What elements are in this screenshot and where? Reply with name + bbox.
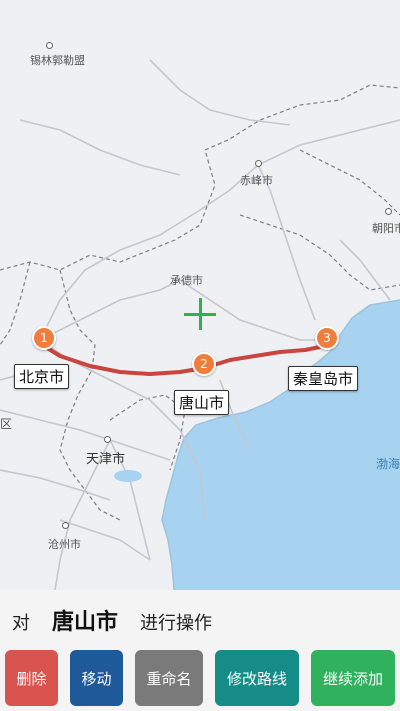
- rename-button[interactable]: 重命名: [135, 650, 203, 706]
- city-label-cangzhou: 沧州市: [48, 538, 81, 551]
- sea-label-bohai: 渤海: [376, 457, 400, 471]
- city-label-chaoyang: 朝阳市: [372, 222, 400, 235]
- delete-button[interactable]: 删除: [5, 650, 58, 706]
- action-panel: 对 唐山市 进行操作 删除 移动 重命名 修改路线 继续添加: [0, 590, 400, 711]
- selection-suffix: 进行操作: [140, 613, 213, 634]
- city-label-tianjin: 天津市: [86, 452, 126, 467]
- city-dot-chaoyang: [385, 208, 392, 215]
- lake: [114, 470, 142, 482]
- waypoint-number-3: 3: [323, 331, 331, 345]
- map-view[interactable]: 锡林郭勒盟 赤峰市 朝阳市 承德市 天津市 沧州市 渤海 区 1 2 3 北京市…: [0, 0, 400, 590]
- city-dot-cangzhou: [62, 522, 69, 529]
- selection-info: 对 唐山市 进行操作: [12, 604, 212, 636]
- city-label-edge-fragment: 区: [0, 417, 13, 431]
- city-label-chifeng: 赤峰市: [240, 174, 273, 187]
- city-dot-tianjin: [104, 436, 111, 443]
- city-dot-xilingol: [46, 42, 53, 49]
- city-label-xilingol: 锡林郭勒盟: [30, 54, 85, 67]
- waypoint-marker-3[interactable]: 3: [315, 326, 339, 350]
- edit-route-button[interactable]: 修改路线: [215, 650, 299, 706]
- city-dot-chifeng: [255, 160, 262, 167]
- city-label-chengde: 承德市: [170, 274, 203, 287]
- selected-city-name: 唐山市: [52, 610, 119, 635]
- waypoint-label-2[interactable]: 唐山市: [174, 390, 230, 415]
- route-line: [42, 344, 327, 376]
- move-button[interactable]: 移动: [70, 650, 123, 706]
- waypoint-label-1[interactable]: 北京市: [14, 364, 70, 389]
- continue-add-button[interactable]: 继续添加: [311, 650, 395, 706]
- sea-area: [162, 300, 400, 590]
- action-buttons: 删除 移动 重命名 修改路线 继续添加: [5, 650, 395, 706]
- waypoint-label-3[interactable]: 秦皇岛市: [288, 366, 359, 391]
- selection-prefix: 对: [12, 613, 30, 634]
- waypoint-marker-2[interactable]: 2: [192, 352, 216, 376]
- crosshair-plus-icon: [184, 298, 216, 330]
- waypoint-number-1: 1: [40, 331, 48, 345]
- route-editor-screen: 锡林郭勒盟 赤峰市 朝阳市 承德市 天津市 沧州市 渤海 区 1 2 3 北京市…: [0, 0, 400, 711]
- waypoint-number-2: 2: [200, 357, 208, 371]
- map-base: [0, 59, 400, 590]
- waypoint-marker-1[interactable]: 1: [32, 326, 56, 350]
